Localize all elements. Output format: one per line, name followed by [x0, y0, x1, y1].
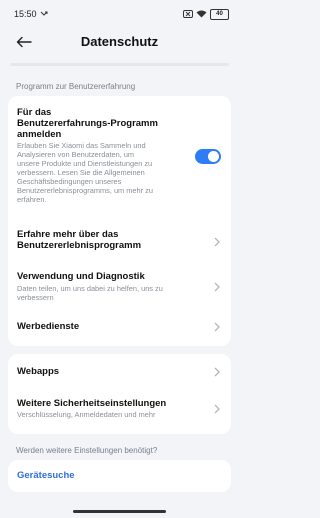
ad-services-title: Werbedienste — [17, 321, 80, 332]
status-bar: 15:50 40 — [0, 0, 239, 28]
learn-more-title-1: Erfahre mehr über das — [17, 229, 119, 240]
webapps-row[interactable]: Webapps — [8, 354, 231, 388]
participate-title-2: Benutzererfahrungs-Programm — [17, 118, 158, 129]
page-title: Datenschutz — [80, 34, 159, 49]
battery-icon: 40 — [210, 8, 229, 20]
toggle-knob — [208, 151, 219, 162]
participate-desc-4: verbessern. Lesen Sie die Allgemeinen — [17, 168, 145, 177]
home-indicator[interactable] — [73, 510, 166, 513]
participate-desc-6: Benutzererlebnisprogramms, um mehr zu — [17, 186, 153, 195]
usage-desc-1: Daten teilen, um uns dabei zu helfen, un… — [17, 284, 163, 293]
participate-row[interactable]: Für das Benutzererfahrungs-Programm anme… — [8, 96, 231, 216]
more-security-desc: Verschlüsselung, Anmeldedaten und mehr — [17, 410, 156, 419]
battery-level: 40 — [216, 10, 223, 17]
wifi-icon — [196, 10, 207, 18]
security-card: Webapps Weitere Sicherheitseinstellungen… — [8, 354, 231, 434]
scroll-divider — [10, 63, 229, 66]
status-time: 15:50 — [14, 9, 37, 19]
device-search-link[interactable]: Gerätesuche — [17, 470, 75, 481]
program-card: Für das Benutzererfahrungs-Programm anme… — [8, 96, 231, 346]
participate-title-3: anmelden — [17, 129, 62, 140]
ad-services-row[interactable]: Werbedienste — [8, 318, 231, 342]
participate-toggle[interactable] — [195, 149, 221, 164]
usage-diagnostics-row[interactable]: Verwendung und Diagnostik Daten teilen, … — [8, 268, 231, 308]
participate-desc-5: Geschäftsbedingungen unseres — [17, 177, 122, 186]
usage-title: Verwendung und Diagnostik — [17, 271, 145, 282]
participate-desc-1: Erlauben Sie Xiaomi das Sammeln und — [17, 141, 146, 150]
section-label-more-settings: Werden weitere Einstellungen benötigt? — [16, 446, 158, 455]
chevron-right-icon — [214, 322, 220, 332]
header: Datenschutz — [0, 28, 239, 56]
participate-desc-2: Analysieren von Benutzerdaten, um — [17, 150, 135, 159]
missed-call-icon — [40, 10, 49, 18]
more-security-row[interactable]: Weitere Sicherheitseinstellungen Verschl… — [8, 392, 231, 432]
device-search-card: Gerätesuche — [8, 460, 231, 492]
chevron-right-icon — [214, 237, 220, 247]
webapps-title: Webapps — [17, 366, 60, 377]
section-label-program: Programm zur Benutzererfahrung — [16, 82, 136, 91]
chevron-right-icon — [214, 404, 220, 414]
screen-record-icon — [183, 10, 193, 18]
more-security-title: Weitere Sicherheitseinstellungen — [17, 398, 167, 409]
participate-desc-7: erfahren. — [17, 195, 47, 204]
usage-desc-2: verbessern — [17, 293, 54, 302]
learn-more-row[interactable]: Erfahre mehr über das Benutzererlebnispr… — [8, 222, 231, 262]
chevron-right-icon — [214, 282, 220, 292]
participate-title-1: Für das — [17, 107, 52, 118]
chevron-right-icon — [214, 367, 220, 377]
participate-desc-3: unsere Produkte und Dienstleistungen zu — [17, 159, 153, 168]
learn-more-title-2: Benutzererlebnisprogramm — [17, 240, 142, 251]
